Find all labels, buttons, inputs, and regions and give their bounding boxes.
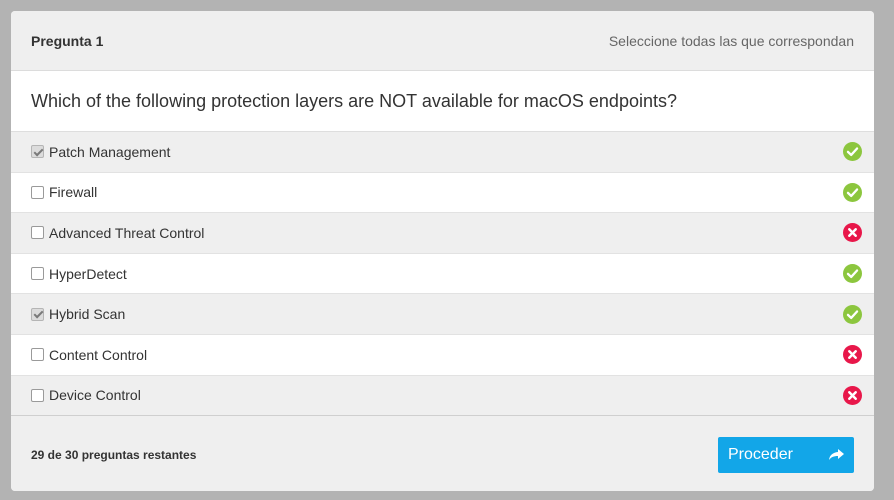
check-circle-icon <box>843 142 862 162</box>
proceed-label: Proceder <box>728 445 793 463</box>
option-row[interactable]: Firewall <box>11 172 874 214</box>
option-label: Content Control <box>49 346 148 363</box>
x-circle-icon <box>843 223 862 243</box>
remaining-questions: 29 de 30 preguntas restantes <box>31 447 197 462</box>
x-circle-icon <box>843 345 862 365</box>
options-list: Patch Management Firewall Advanced Threat … <box>11 132 874 417</box>
check-circle-icon <box>843 304 862 324</box>
option-checkbox[interactable] <box>31 267 44 281</box>
question-header: Pregunta 1 Seleccione todas las que corr… <box>11 11 874 71</box>
option-row[interactable]: Hybrid Scan <box>11 294 874 335</box>
option-row[interactable]: Advanced Threat Control <box>11 213 874 254</box>
option-label: Patch Management <box>49 143 171 160</box>
option-label: Hybrid Scan <box>49 306 126 323</box>
x-circle-icon <box>843 385 862 405</box>
option-checkbox[interactable] <box>31 307 44 321</box>
option-label: Advanced Threat Control <box>49 224 205 241</box>
option-label: Device Control <box>49 387 141 404</box>
question-number: Pregunta 1 <box>31 32 104 49</box>
option-checkbox[interactable] <box>31 388 44 402</box>
option-label: Firewall <box>49 184 98 201</box>
quiz-footer: 29 de 30 preguntas restantes Proceder <box>11 416 874 491</box>
question-instruction: Seleccione todas las que correspondan <box>608 32 854 49</box>
question-text: Which of the following protection layers… <box>11 71 874 132</box>
option-row[interactable]: Content Control <box>11 334 874 376</box>
share-arrow-icon <box>828 448 844 461</box>
check-circle-icon <box>843 182 862 202</box>
option-row[interactable]: HyperDetect <box>11 253 874 295</box>
option-checkbox[interactable] <box>31 226 44 240</box>
option-checkbox[interactable] <box>31 145 44 159</box>
option-checkbox[interactable] <box>31 185 44 199</box>
option-label: HyperDetect <box>49 265 127 282</box>
option-row[interactable]: Device Control <box>11 375 874 417</box>
option-row[interactable]: Patch Management <box>11 132 874 173</box>
option-checkbox[interactable] <box>31 348 44 362</box>
check-circle-icon <box>843 264 862 284</box>
quiz-card: Pregunta 1 Seleccione todas las que corr… <box>11 11 874 491</box>
proceed-button[interactable]: Proceder <box>718 436 854 473</box>
